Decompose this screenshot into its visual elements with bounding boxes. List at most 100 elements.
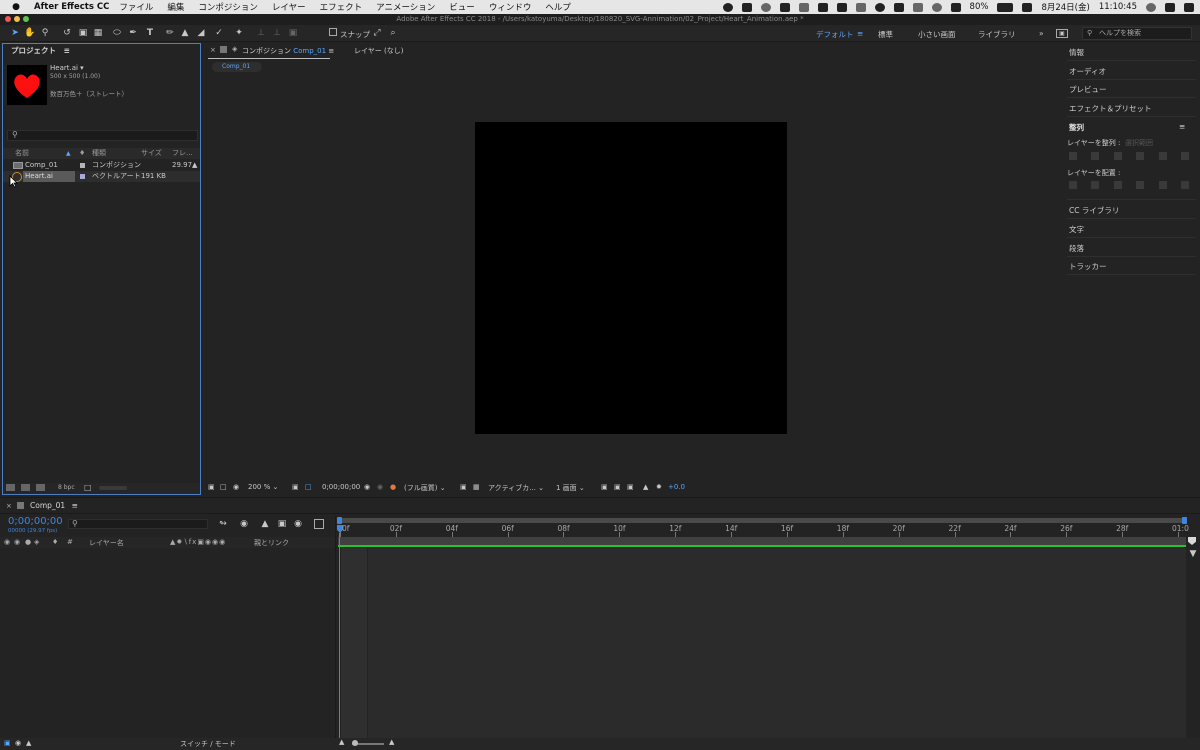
- interpret-footage-icon[interactable]: [6, 484, 15, 491]
- timeline-search-input[interactable]: ⚲: [68, 519, 208, 529]
- timeline-tab[interactable]: Comp_01 ≡: [30, 501, 78, 510]
- menu-window[interactable]: ウィンドウ: [489, 1, 532, 13]
- time-navigator-bar[interactable]: [339, 518, 1186, 523]
- layer-name-column[interactable]: レイヤー名: [89, 538, 124, 548]
- zoom-dropdown[interactable]: 200 % ⌄: [248, 483, 278, 491]
- puppet-tool-icon[interactable]: ✦: [234, 28, 244, 38]
- panel-menu-icon[interactable]: ≡: [72, 501, 78, 510]
- project-panel-title[interactable]: プロジェクト: [11, 46, 56, 55]
- apple-icon[interactable]: ●: [10, 2, 22, 12]
- cc-libraries-panel-tab[interactable]: CC ライブラリ: [1069, 205, 1119, 216]
- in-out-stretch-icon[interactable]: ▲: [26, 739, 31, 747]
- menu-edit[interactable]: 編集: [167, 1, 184, 13]
- exposure-value[interactable]: +0.0: [668, 483, 685, 491]
- show-snapshot-icon[interactable]: ◉: [377, 483, 383, 491]
- menu-layer[interactable]: レイヤー: [272, 1, 306, 13]
- distribute-vcenter-icon[interactable]: [1091, 181, 1100, 189]
- layer-tab[interactable]: レイヤー (なし): [354, 46, 403, 56]
- transparency-grid-icon[interactable]: ▦: [473, 483, 480, 491]
- timemachine-icon[interactable]: [874, 2, 885, 12]
- network-icon[interactable]: ▲: [643, 483, 648, 491]
- snap-option-icon[interactable]: ⤢: [372, 28, 382, 38]
- workspace-overflow-icon[interactable]: »: [1039, 29, 1044, 38]
- ellipse-tool-icon[interactable]: ⬭: [112, 28, 122, 38]
- workspace-menu-icon[interactable]: ≡: [857, 29, 863, 38]
- label-column-icon[interactable]: ♦: [52, 538, 58, 546]
- timeline-track-area[interactable]: [368, 548, 1186, 738]
- roto-brush-tool-icon[interactable]: ✓: [214, 28, 224, 38]
- comp-navigator-tab[interactable]: Comp_01: [212, 62, 262, 72]
- fast-preview-icon[interactable]: ▣: [601, 483, 608, 491]
- views-dropdown[interactable]: 1 画面 ⌄: [556, 483, 585, 493]
- channel-icon[interactable]: ●: [390, 483, 396, 491]
- airplay-icon[interactable]: [893, 2, 904, 12]
- trash-icon[interactable]: □: [84, 483, 92, 492]
- align-to-dropdown[interactable]: 選択範囲: [1125, 138, 1153, 148]
- new-composition-icon[interactable]: [36, 484, 45, 491]
- project-search-input[interactable]: ⚲: [7, 130, 198, 141]
- close-tab-icon[interactable]: ×: [210, 46, 216, 54]
- camera-tool-icon[interactable]: ▣: [78, 28, 88, 38]
- drive-icon[interactable]: [817, 2, 828, 12]
- sort-arrow-icon[interactable]: ▲: [66, 148, 71, 159]
- audio-toggle-icon[interactable]: ◉: [14, 538, 20, 546]
- draft-3d-icon[interactable]: ◉: [239, 519, 249, 529]
- lock-column-icon[interactable]: ◈: [34, 538, 39, 546]
- comp-mini-flowchart-icon[interactable]: ↬: [218, 519, 228, 529]
- view-axis-icon[interactable]: ▣: [288, 28, 298, 38]
- video-toggle-icon[interactable]: ◉: [4, 538, 10, 546]
- distribute-top-icon[interactable]: [1069, 181, 1077, 189]
- time-navigator-end-handle[interactable]: [1182, 517, 1187, 524]
- menu-file[interactable]: ファイル: [119, 1, 153, 13]
- motion-blur-icon[interactable]: ◉: [293, 519, 303, 529]
- composition-tab[interactable]: コンポジション Comp_01 ≡: [242, 46, 334, 56]
- info-panel-tab[interactable]: 情報: [1069, 47, 1084, 58]
- effects-presets-panel-tab[interactable]: エフェクト＆プリセット: [1069, 103, 1152, 114]
- distribute-hcenter-icon[interactable]: [1158, 181, 1167, 189]
- sync-icon[interactable]: [760, 2, 771, 12]
- app-menu[interactable]: After Effects CC: [34, 2, 109, 12]
- preview-item-name[interactable]: Heart.ai ▾: [50, 64, 84, 72]
- notification-center-icon[interactable]: [1184, 2, 1194, 12]
- wifi-icon[interactable]: [931, 2, 942, 12]
- selection-tool-icon[interactable]: ➤: [10, 28, 20, 38]
- align-bottom-icon[interactable]: [1180, 152, 1189, 160]
- pan-behind-tool-icon[interactable]: ▦: [93, 28, 103, 38]
- help-search-input[interactable]: ⚲ ヘルプを検索: [1082, 27, 1192, 40]
- character-panel-tab[interactable]: 文字: [1069, 224, 1084, 235]
- pen-tool-icon[interactable]: ✒: [128, 28, 138, 38]
- column-type[interactable]: 種類: [92, 148, 106, 159]
- distribute-bottom-icon[interactable]: [1113, 181, 1122, 189]
- label-color-swatch[interactable]: [80, 174, 85, 179]
- shy-layers-icon[interactable]: ▲: [260, 519, 270, 529]
- timeline-icon[interactable]: ▣: [614, 483, 621, 491]
- snapshot-icon[interactable]: ◉: [364, 483, 370, 491]
- menu-effect[interactable]: エフェクト: [320, 1, 363, 13]
- spotlight-icon[interactable]: [1146, 2, 1156, 12]
- parent-link-column[interactable]: 親とリンク: [254, 538, 289, 548]
- brush-tool-icon[interactable]: ✏: [165, 28, 175, 38]
- thumbnail-size-slider[interactable]: [99, 486, 127, 490]
- time-navigator-start-handle[interactable]: [337, 517, 342, 524]
- snap-checkbox[interactable]: [329, 28, 337, 36]
- volume-icon[interactable]: [950, 2, 961, 12]
- close-tab-icon[interactable]: ×: [6, 502, 12, 510]
- resolution-dropdown[interactable]: (フル画質) ⌄: [404, 483, 446, 493]
- flowchart-icon[interactable]: ▣: [627, 483, 634, 491]
- panel-menu-icon[interactable]: ≡: [64, 46, 70, 55]
- zoom-tool-icon[interactable]: ⚲: [40, 28, 50, 38]
- timeline-zoom-thumb[interactable]: [352, 740, 358, 746]
- zoom-window-button[interactable]: [23, 16, 29, 22]
- local-axis-icon[interactable]: ⊥: [256, 28, 266, 38]
- workspace-small-screen[interactable]: 小さい画面: [918, 29, 956, 40]
- notes-icon[interactable]: [855, 2, 866, 12]
- panel-menu-icon[interactable]: ≡: [1179, 122, 1185, 131]
- zoom-in-icon[interactable]: ▲: [389, 738, 394, 746]
- distribute-right-icon[interactable]: [1180, 181, 1189, 189]
- tracker-panel-tab[interactable]: トラッカー: [1069, 261, 1107, 272]
- graph-editor-icon[interactable]: [314, 519, 324, 529]
- menu-animation[interactable]: アニメーション: [376, 1, 435, 13]
- align-left-icon[interactable]: [1069, 152, 1077, 160]
- menubar-date[interactable]: 8月24日(金): [1041, 1, 1089, 13]
- camera-dropdown[interactable]: アクティブカ... ⌄: [488, 483, 544, 493]
